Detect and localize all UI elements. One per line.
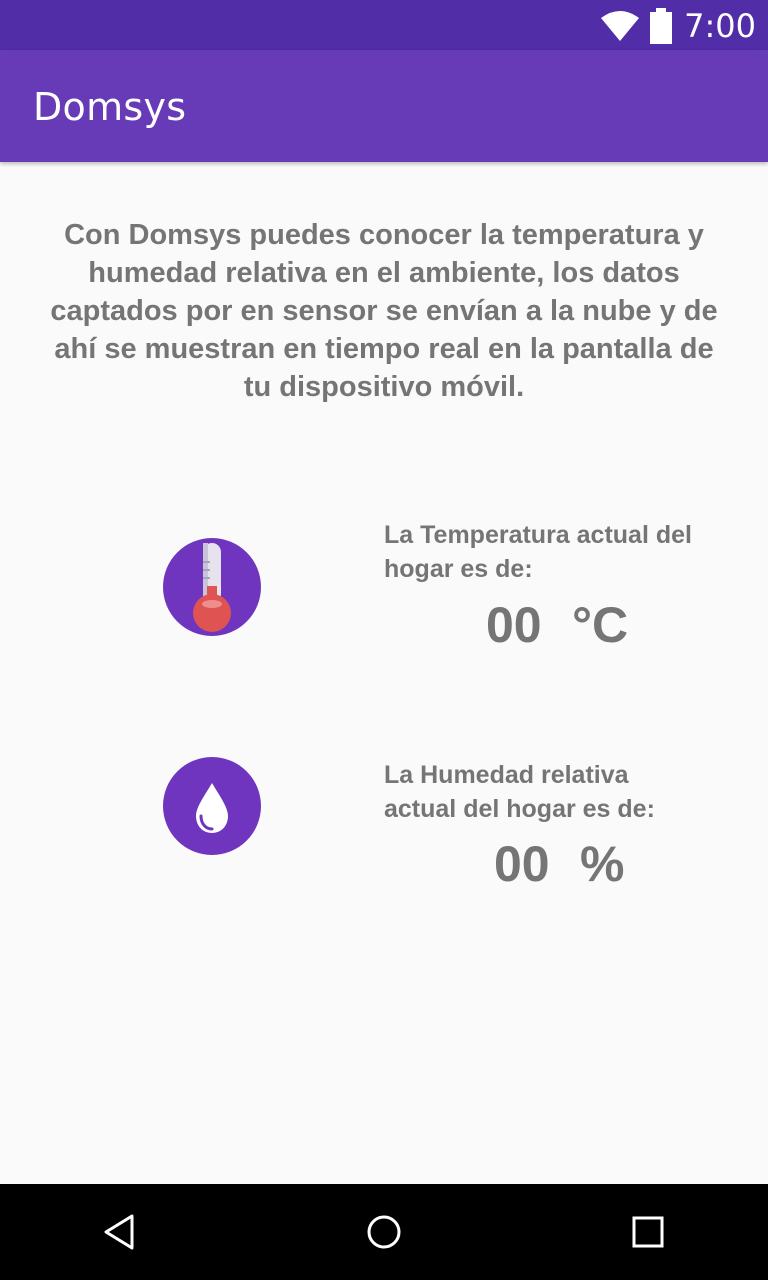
humidity-unit: %: [580, 836, 625, 892]
thermometer-icon: [193, 543, 231, 632]
temperature-label: La Temperatura actual del hogar es de:: [384, 521, 692, 583]
home-icon[interactable]: [360, 1208, 408, 1256]
recents-icon[interactable]: [624, 1208, 672, 1256]
temperature-icon-circle: [163, 538, 261, 636]
app-bar: Domsys: [0, 50, 768, 162]
status-bar: 7:00: [0, 0, 768, 50]
humidity-label: La Humedad relativa actual del hogar es …: [384, 761, 655, 823]
main-content: Con Domsys puedes conocer la temperatura…: [0, 162, 768, 1184]
humidity-value: 00: [494, 836, 550, 892]
app-title: Domsys: [33, 85, 187, 129]
wifi-icon: [601, 11, 640, 41]
temperature-value: 00: [486, 597, 542, 653]
humidity-icon-circle: [163, 757, 261, 855]
battery-icon: [650, 8, 673, 44]
back-icon[interactable]: [96, 1208, 144, 1256]
status-time: 7:00: [684, 7, 756, 45]
intro-text: Con Domsys puedes conocer la temperatura…: [50, 219, 718, 403]
temperature-unit: °C: [572, 597, 629, 653]
water-drop-icon: [196, 783, 228, 833]
navigation-bar: [0, 1184, 768, 1280]
status-icons: 7:00: [600, 7, 756, 45]
